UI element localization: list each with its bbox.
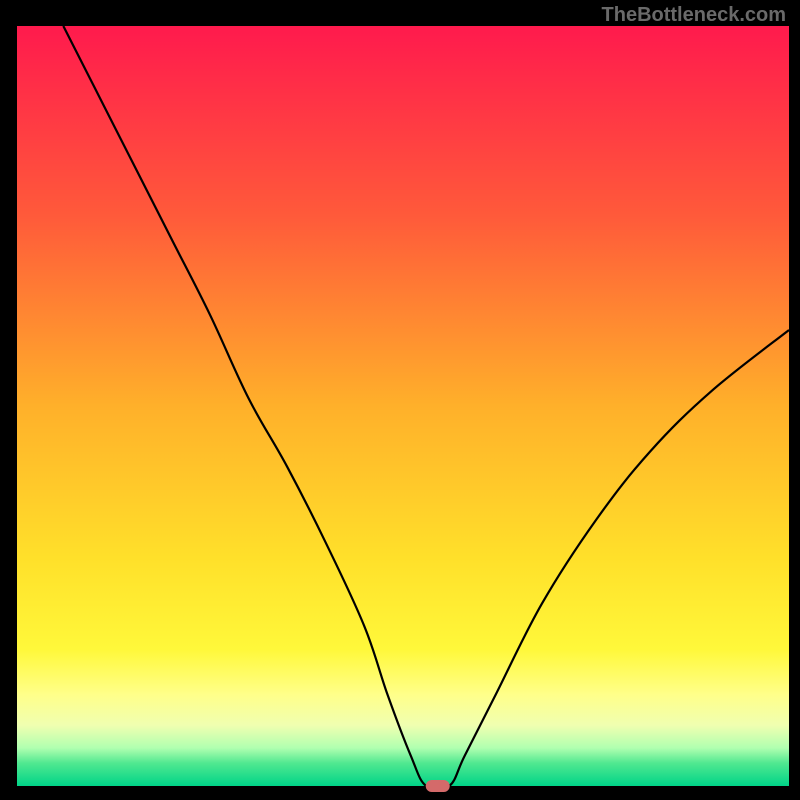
watermark-text: TheBottleneck.com xyxy=(602,4,786,27)
gradient-background xyxy=(17,26,789,786)
bottleneck-chart xyxy=(0,0,800,800)
chart-svg xyxy=(0,0,800,800)
optimum-marker xyxy=(426,780,450,792)
